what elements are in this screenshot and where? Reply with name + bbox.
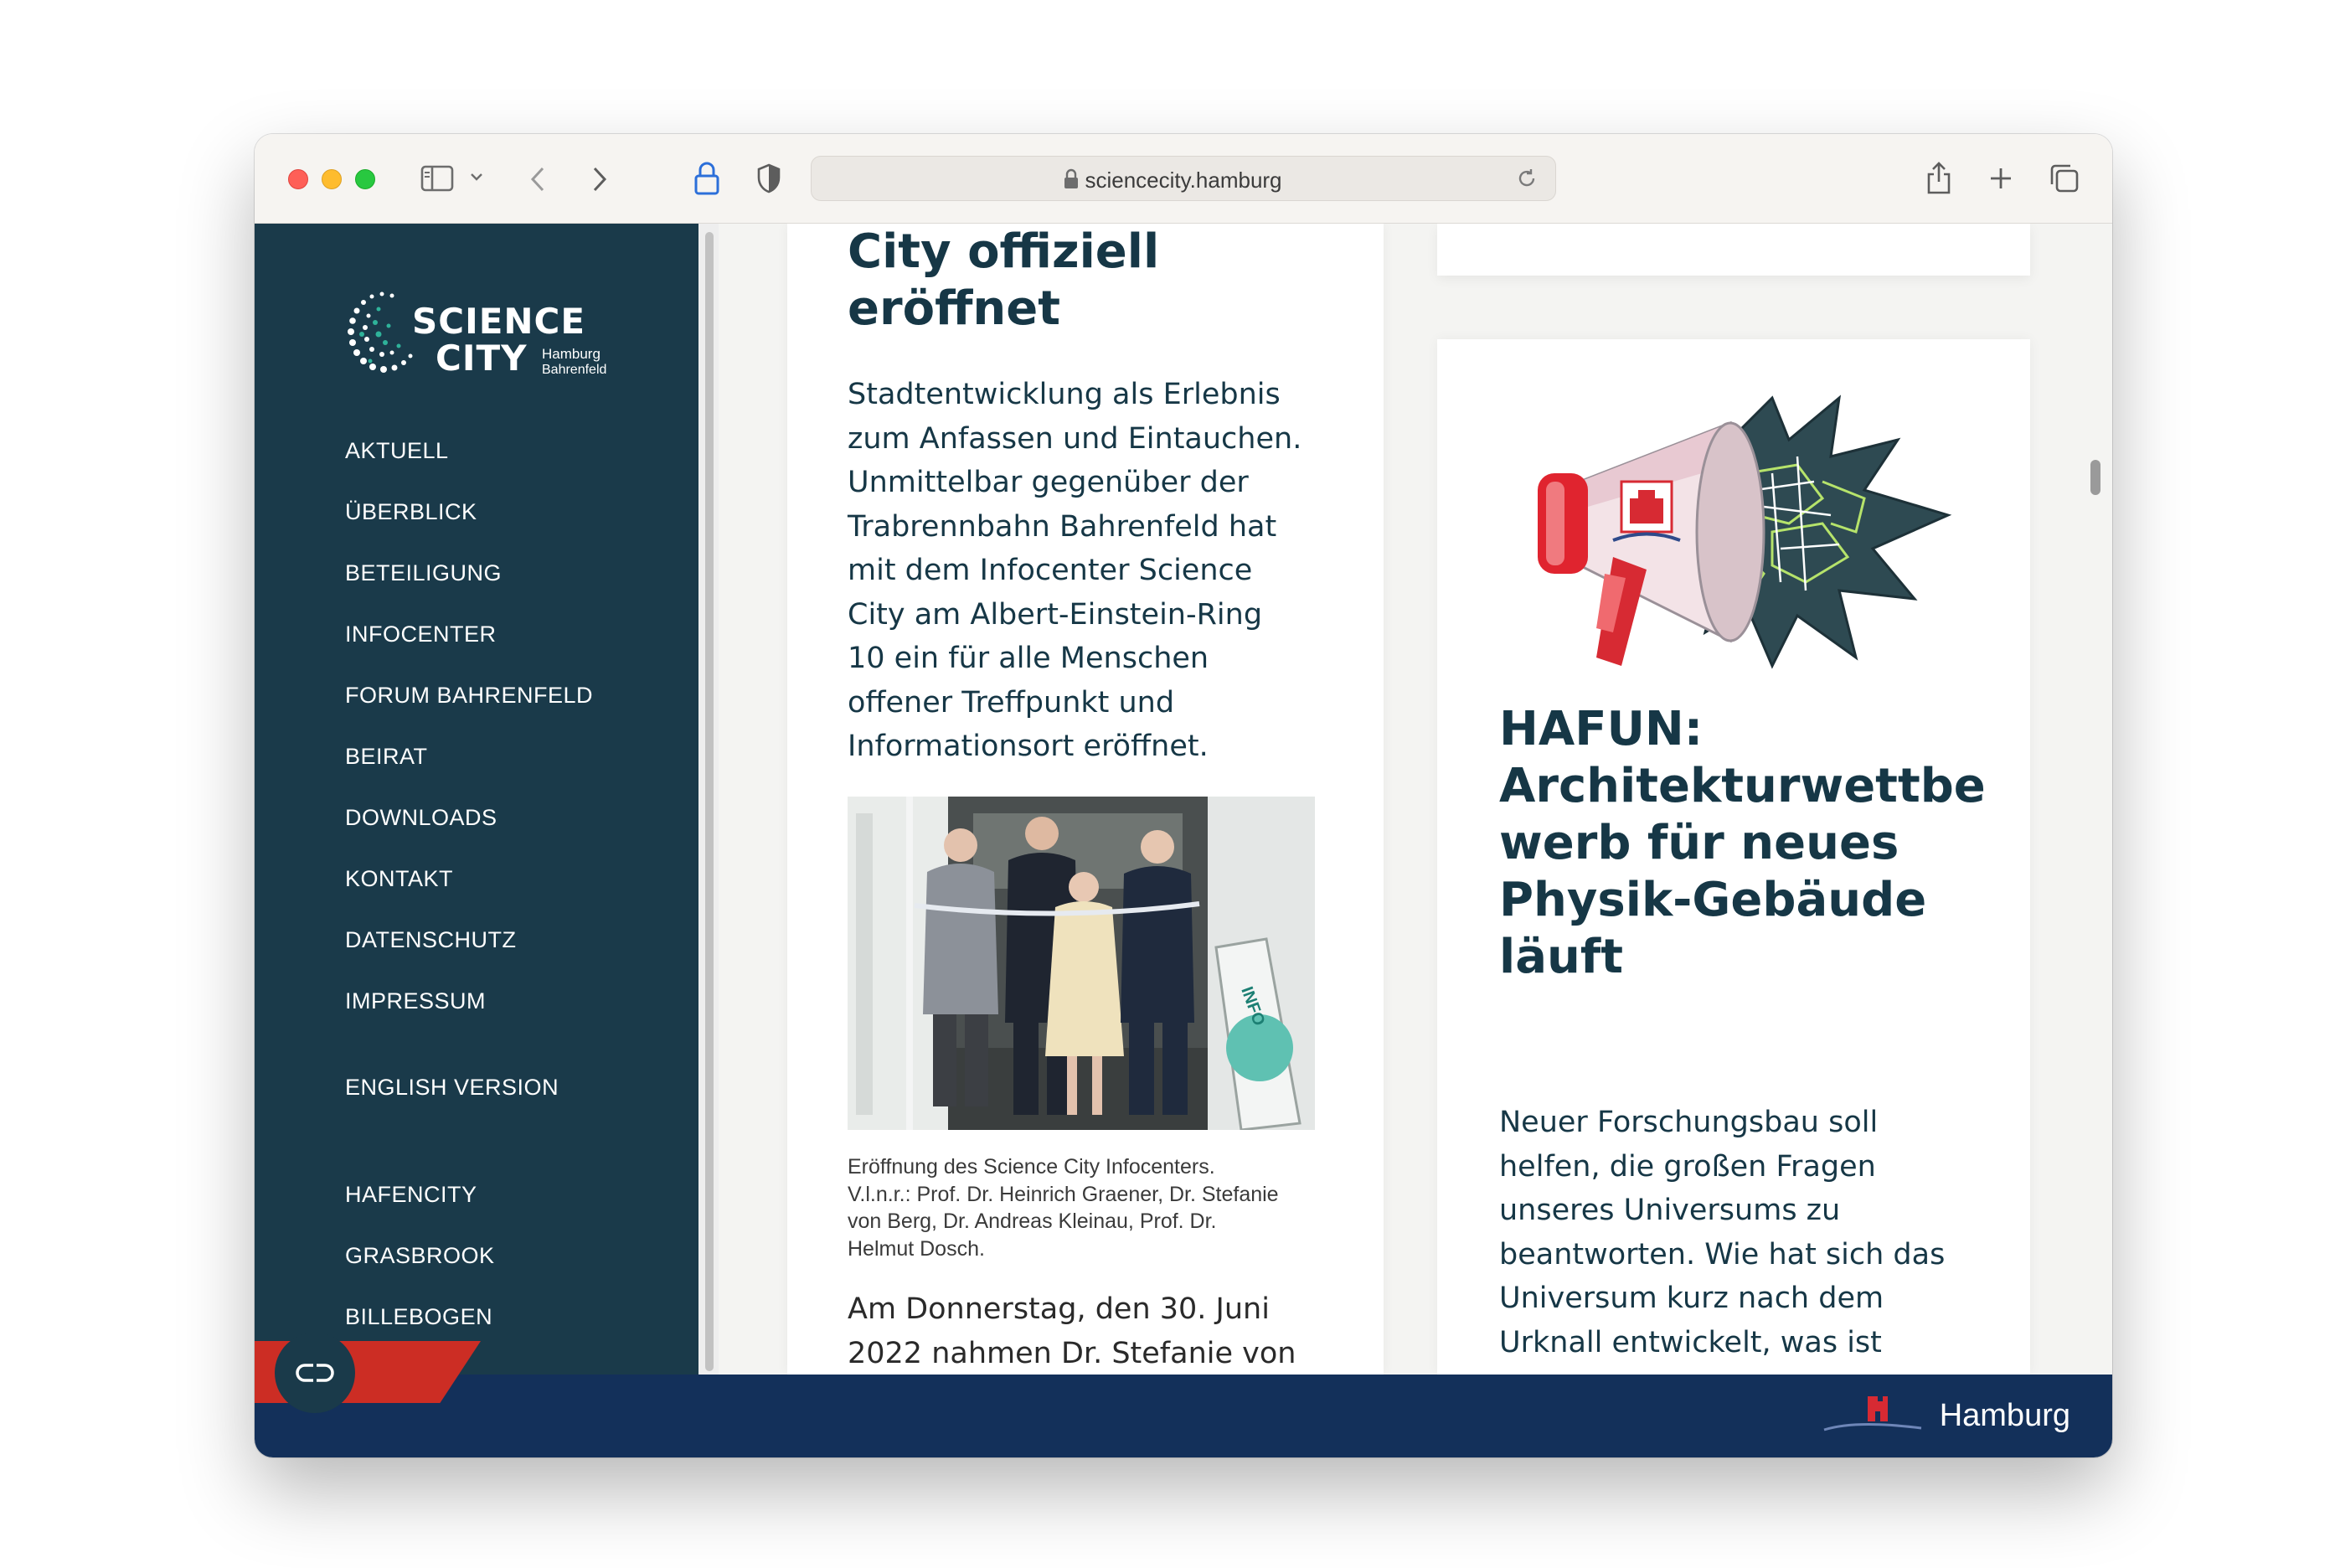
- article-intro-line: City am Albert-Einstein-Ring: [848, 597, 1263, 632]
- logo-sub-2: Bahrenfeld: [542, 363, 607, 377]
- article-intro-line: Stadtentwicklung als Erlebnis: [848, 378, 1281, 411]
- hafun-intro-line: Urknall entwickelt, was ist: [1499, 1325, 1882, 1359]
- nav-item-forum-bahrenfeld[interactable]: FORUM BAHRENFELD: [345, 683, 593, 709]
- nav-item-english-version[interactable]: ENGLISH VERSION: [345, 1075, 559, 1101]
- opening-photo[interactable]: INFO: [848, 797, 1315, 1130]
- minimize-window-button[interactable]: [322, 169, 342, 189]
- nav-item-kontakt[interactable]: KONTAKT: [345, 866, 453, 892]
- science-city-logo[interactable]: SCIENCE CITY Hamburg Bahrenfeld: [345, 289, 613, 381]
- browser-window: sciencecity.hamburg SCIENCE CITY Hamburg…: [255, 134, 2112, 1457]
- main-content: City offiziell eröffnet Stadtentwicklung…: [719, 224, 2112, 1375]
- nav-item-beteiligung[interactable]: BETEILIGUNG: [345, 560, 502, 586]
- reload-icon[interactable]: [1515, 167, 1539, 193]
- caption-line: Eröffnung des Science City Infocenters.: [848, 1155, 1215, 1179]
- sidebar-icon[interactable]: [420, 164, 454, 193]
- hafun-intro-line: Neuer Forschungsbau soll: [1499, 1106, 1879, 1139]
- article-card-previous[interactable]: [1437, 224, 2030, 276]
- address-bar[interactable]: sciencecity.hamburg: [811, 156, 1556, 201]
- tabs-icon[interactable]: [2047, 162, 2080, 194]
- article-intro: Stadtentwicklung als Erlebnis zum Anfass…: [848, 373, 1367, 769]
- article-intro-line: Informationsort eröffnet.: [848, 730, 1209, 763]
- zoom-window-button[interactable]: [355, 169, 375, 189]
- caption-line: V.l.n.r.: Prof. Dr. Heinrich Graener, Dr…: [848, 1182, 1279, 1206]
- article-title: City offiziell eröffnet: [848, 224, 1350, 338]
- article-intro-line: offener Treffpunkt und: [848, 685, 1175, 720]
- nav-item-impressum[interactable]: IMPRESSUM: [345, 988, 486, 1014]
- nav-item-hafencity[interactable]: HAFENCITY: [345, 1182, 477, 1208]
- hafun-intro-line: unseres Universums zu: [1499, 1194, 1841, 1227]
- nav-item-aktuell[interactable]: AKTUELL: [345, 438, 449, 464]
- hamburg-logo-icon[interactable]: [1822, 1390, 1923, 1443]
- article-card-infocenter[interactable]: City offiziell eröffnet Stadtentwicklung…: [787, 224, 1384, 1375]
- article-body-line: 2022 nahmen Dr. Stefanie von: [848, 1336, 1296, 1370]
- close-window-button[interactable]: [288, 169, 308, 189]
- logo-dots-icon: [348, 291, 413, 373]
- nav-item-datenschutz[interactable]: DATENSCHUTZ: [345, 927, 517, 953]
- article-intro-line: zum Anfassen und Eintauchen.: [848, 421, 1302, 456]
- logo-line-1: SCIENCE: [412, 301, 586, 342]
- chevron-right-icon[interactable]: [590, 164, 610, 194]
- photo-caption: Eröffnung des Science City Infocenters. …: [848, 1153, 1325, 1262]
- hafun-title-line: Architekturwettbe: [1499, 759, 1986, 813]
- sidebar-scrollbar-thumb[interactable]: [705, 232, 714, 1371]
- browser-toolbar: sciencecity.hamburg: [255, 134, 2112, 224]
- nav-item-beirat[interactable]: BEIRAT: [345, 744, 428, 770]
- hafun-intro-line: Universum kurz nach dem: [1499, 1282, 1884, 1315]
- hafun-intro-line: helfen, die großen Fragen: [1499, 1149, 1876, 1184]
- article-intro-line: Unmittelbar gegenüber der: [848, 466, 1249, 499]
- hafun-title-line: Physik-Gebäude: [1499, 873, 1927, 927]
- cookie-settings-icon: [296, 1364, 334, 1382]
- article-body: Am Donnerstag, den 30. Juni 2022 nahmen …: [848, 1287, 1317, 1375]
- hafun-title-line: HAFUN:: [1499, 702, 1704, 756]
- nav-item-downloads[interactable]: DOWNLOADS: [345, 805, 497, 831]
- page-scrollbar-thumb[interactable]: [2090, 460, 2100, 495]
- logo-sub-1: Hamburg: [542, 346, 601, 362]
- nav-item-ueberblick[interactable]: ÜBERBLICK: [345, 499, 477, 525]
- hafun-title-line: werb für neues: [1499, 816, 1899, 870]
- url-text: sciencecity.hamburg: [1085, 168, 1282, 193]
- caption-line: von Berg, Dr. Andreas Kleinau, Prof. Dr.: [848, 1210, 1217, 1233]
- page-viewport: SCIENCE CITY Hamburg Bahrenfeld AKTUELL …: [255, 224, 2112, 1457]
- hafun-intro-line: beantworten. Wie hat sich das: [1499, 1237, 1946, 1271]
- article-intro-line: 10 ein für alle Menschen: [848, 642, 1209, 675]
- hafun-intro: Neuer Forschungsbau soll helfen, die gro…: [1499, 1101, 2018, 1364]
- nav-item-infocenter[interactable]: INFOCENTER: [345, 622, 497, 647]
- hamburg-label[interactable]: Hamburg: [1940, 1398, 2070, 1434]
- article-body-line: Am Donnerstag, den 30. Juni: [848, 1292, 1270, 1326]
- article-title-line: eröffnet: [848, 281, 1061, 336]
- plus-icon[interactable]: [1988, 166, 2013, 191]
- logo-line-2: CITY: [436, 338, 528, 379]
- hafun-title: HAFUN: Architekturwettbe werb für neues …: [1499, 701, 2027, 986]
- share-icon[interactable]: [1925, 159, 1953, 196]
- article-intro-line: Trabrennbahn Bahrenfeld hat: [848, 509, 1277, 544]
- lock-icon[interactable]: [693, 161, 720, 196]
- chevron-left-icon[interactable]: [528, 164, 548, 194]
- cookie-settings-button[interactable]: [275, 1333, 355, 1413]
- shield-icon[interactable]: [755, 162, 782, 194]
- caption-line: Helmut Dosch.: [848, 1236, 985, 1261]
- chevron-down-icon[interactable]: [469, 171, 484, 183]
- article-card-hafun[interactable]: HAFUN: Architekturwettbe werb für neues …: [1437, 339, 2030, 1375]
- hafun-title-line: läuft: [1499, 930, 1623, 984]
- megaphone-illustration: [1521, 381, 1973, 683]
- sidebar: SCIENCE CITY Hamburg Bahrenfeld AKTUELL …: [255, 224, 698, 1375]
- article-intro-line: mit dem Infocenter Science: [848, 554, 1253, 587]
- nav-item-grasbrook[interactable]: GRASBROOK: [345, 1243, 495, 1269]
- nav-item-billebogen[interactable]: BILLEBOGEN: [345, 1304, 492, 1330]
- article-title-line: City offiziell: [848, 224, 1160, 279]
